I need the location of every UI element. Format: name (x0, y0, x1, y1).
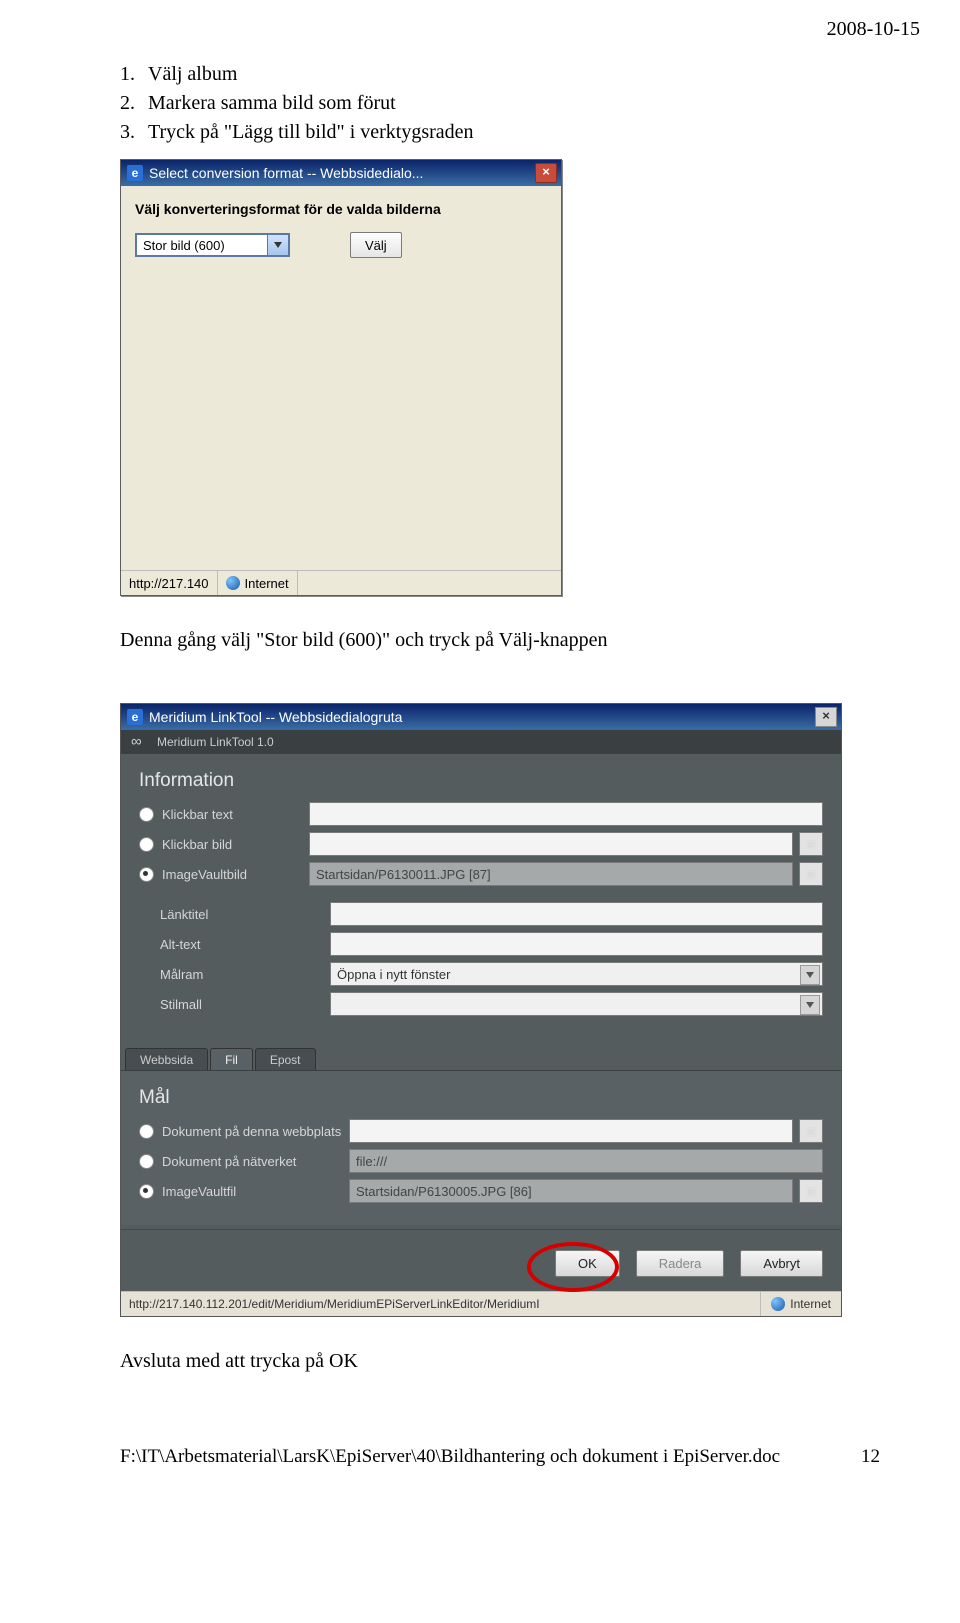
dialog1-heading: Välj konverteringsformat för de valda bi… (135, 200, 547, 218)
list-item: Markera samma bild som förut (148, 89, 396, 118)
list-num: 1. (120, 60, 148, 89)
close-button[interactable]: × (815, 707, 837, 727)
mal-title: Mål (139, 1087, 823, 1109)
status-address: http://217.140.112.201/edit/Meridium/Mer… (121, 1292, 761, 1316)
tab-epost[interactable]: Epost (255, 1048, 316, 1070)
ie-icon (127, 165, 143, 181)
status-zone: Internet (790, 1297, 831, 1311)
label-klickbar-bild: Klickbar bild (162, 837, 232, 852)
label-dok-natverk: Dokument på nätverket (162, 1154, 296, 1169)
label-stilmall: Stilmall (160, 997, 202, 1012)
select-stilmall[interactable] (330, 992, 823, 1016)
tab-webbsida[interactable]: Webbsida (125, 1048, 208, 1070)
toolbar-text: Meridium LinkTool 1.0 (157, 735, 274, 749)
browse-vault-icon[interactable]: ▣ (799, 1179, 823, 1203)
internet-zone-icon (771, 1297, 785, 1311)
header-date: 2008-10-15 (827, 18, 920, 41)
label-lanktitel: Länktitel (160, 907, 208, 922)
browse-vault-icon[interactable]: ▣ (799, 862, 823, 886)
internet-zone-icon (226, 576, 240, 590)
ok-button[interactable]: OK (555, 1250, 620, 1277)
chevron-down-icon[interactable] (800, 995, 820, 1015)
avbryt-button[interactable]: Avbryt (740, 1250, 823, 1277)
malram-value: Öppna i nytt fönster (337, 967, 450, 982)
status-address: http://217.140 (121, 571, 218, 595)
input-klickbar-text[interactable] (309, 802, 823, 826)
combo-value: Stor bild (600) (143, 238, 225, 253)
browse-image-icon[interactable]: ▣ (799, 832, 823, 856)
radio-imagevaultbild[interactable] (139, 867, 154, 882)
dialog1-statusbar: http://217.140 Internet (121, 570, 561, 595)
radio-dok-natverk[interactable] (139, 1154, 154, 1169)
dialog1-titlebar[interactable]: Select conversion format -- Webbsidedial… (121, 160, 561, 186)
dialog1-title: Select conversion format -- Webbsidedial… (149, 165, 423, 181)
dialog2-toolbar: ∞ Meridium LinkTool 1.0 (121, 730, 841, 754)
closing-instruction: Avsluta med att trycka på OK (120, 1347, 880, 1376)
mid-instruction: Denna gång välj "Stor bild (600)" och tr… (120, 626, 880, 655)
select-malram[interactable]: Öppna i nytt fönster (330, 962, 823, 986)
dialog2-titlebar[interactable]: Meridium LinkTool -- Webbsidedialogruta … (121, 704, 841, 730)
radio-imagevaultfil[interactable] (139, 1184, 154, 1199)
list-item: Välj album (148, 60, 237, 89)
ie-icon (127, 709, 143, 725)
information-title: Information (139, 770, 823, 792)
footer-path: F:\IT\Arbetsmaterial\LarsK\EpiServer\40\… (120, 1446, 780, 1468)
label-imagevaultfil: ImageVaultfil (162, 1184, 236, 1199)
input-dok-natverk[interactable]: file:/// (349, 1149, 823, 1173)
browse-doc-icon[interactable]: ▣ (799, 1119, 823, 1143)
list-num: 2. (120, 89, 148, 118)
input-lanktitel[interactable] (330, 902, 823, 926)
valj-button[interactable]: Välj (350, 232, 402, 258)
input-alttext[interactable] (330, 932, 823, 956)
status-zone: Internet (245, 576, 289, 591)
close-button[interactable]: × (535, 163, 557, 183)
input-imagevaultbild[interactable]: Startsidan/P6130011.JPG [87] (309, 862, 793, 886)
linktool-dialog: Meridium LinkTool -- Webbsidedialogruta … (120, 703, 842, 1317)
instruction-list: 1. Välj album 2. Markera samma bild som … (120, 60, 880, 147)
radera-button[interactable]: Radera (636, 1250, 725, 1277)
label-imagevaultbild: ImageVaultbild (162, 867, 247, 882)
conversion-dialog: Select conversion format -- Webbsidedial… (120, 159, 562, 596)
radio-klickbar-text[interactable] (139, 807, 154, 822)
link-icon: ∞ (131, 736, 149, 748)
dialog2-title: Meridium LinkTool -- Webbsidedialogruta (149, 709, 402, 725)
label-dok-webbplats: Dokument på denna webbplats (162, 1124, 341, 1139)
chevron-down-icon[interactable] (800, 965, 820, 985)
radio-dok-webbplats[interactable] (139, 1124, 154, 1139)
list-item: Tryck på "Lägg till bild" i verktygsrade… (148, 118, 474, 147)
input-klickbar-bild[interactable] (309, 832, 793, 856)
list-num: 3. (120, 118, 148, 147)
label-klickbar-text: Klickbar text (162, 807, 233, 822)
label-malram: Målram (160, 967, 203, 982)
input-dok-webbplats[interactable] (349, 1119, 793, 1143)
radio-klickbar-bild[interactable] (139, 837, 154, 852)
dialog2-statusbar: http://217.140.112.201/edit/Meridium/Mer… (121, 1291, 841, 1316)
footer-page: 12 (861, 1446, 880, 1468)
tab-fil[interactable]: Fil (210, 1048, 253, 1070)
label-alttext: Alt-text (160, 937, 200, 952)
chevron-down-icon[interactable] (267, 235, 288, 255)
input-imagevaultfil[interactable]: Startsidan/P6130005.JPG [86] (349, 1179, 793, 1203)
format-combo[interactable]: Stor bild (600) (135, 233, 290, 257)
